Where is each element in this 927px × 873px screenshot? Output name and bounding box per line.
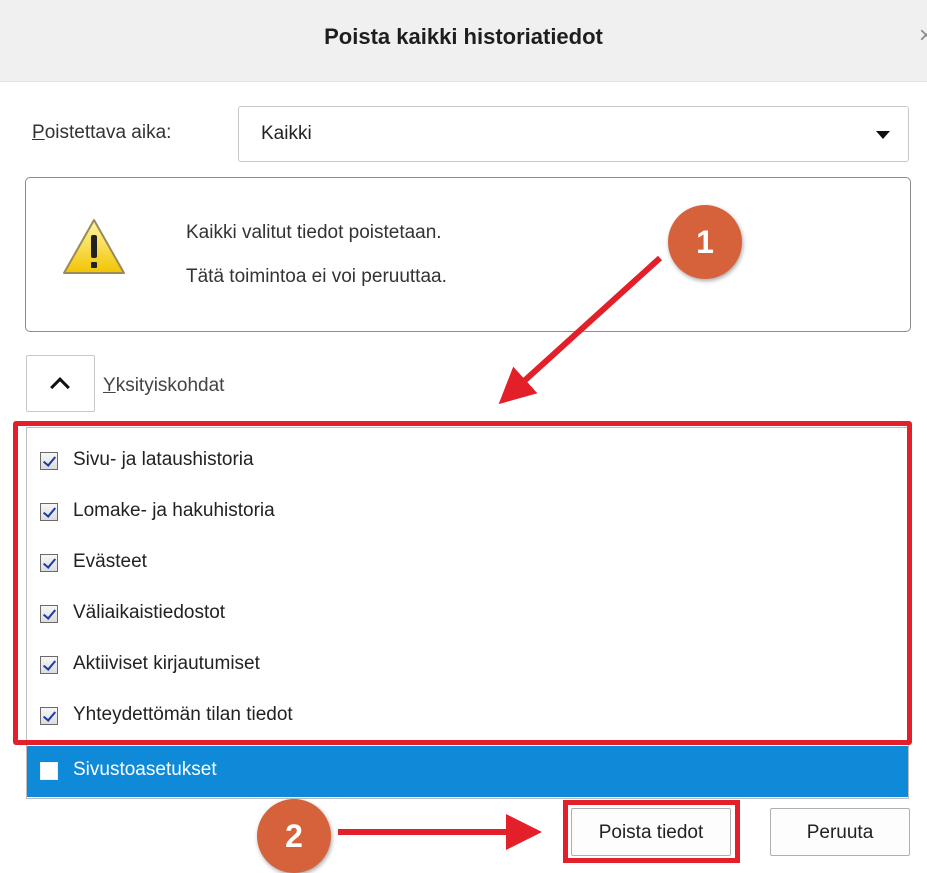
time-range-label-text: oistettava aika: [44, 122, 172, 143]
item-label: Sivustoasetukset [73, 759, 217, 780]
title-bar: Poista kaikki historiatiedot × [0, 0, 927, 82]
annotation-highlight-list [13, 421, 912, 745]
annotation-highlight-button [563, 800, 740, 863]
dropdown-arrow-icon [876, 131, 890, 139]
details-label: Yksityiskohdat [103, 375, 224, 397]
warning-text-line1: Kaikki valitut tiedot poistetaan. [186, 222, 442, 243]
details-label-accesskey: Y [103, 375, 116, 396]
list-item-site-settings[interactable]: Sivustoasetukset [27, 746, 908, 797]
details-label-text: ksityiskohdat [115, 375, 225, 396]
details-toggle-button[interactable] [26, 355, 95, 412]
step-badge-1: 1 [668, 205, 742, 279]
close-icon[interactable]: × [919, 22, 927, 50]
dialog-title: Poista kaikki historiatiedot [324, 24, 603, 49]
warning-text-line2: Tätä toimintoa ei voi peruuttaa. [186, 266, 447, 287]
time-range-label-accesskey: P [32, 122, 45, 143]
chevron-up-icon [50, 377, 70, 397]
warning-icon [63, 219, 125, 274]
time-range-label: Poistettava aika: [32, 122, 171, 144]
time-range-select[interactable]: Kaikki [238, 106, 909, 162]
step-badge-2: 2 [257, 799, 331, 873]
time-range-value: Kaikki [261, 123, 312, 144]
warning-box: Kaikki valitut tiedot poistetaan. Tätä t… [25, 177, 911, 332]
cancel-button[interactable]: Peruuta [770, 808, 910, 856]
checkbox-site-settings[interactable] [40, 762, 58, 780]
